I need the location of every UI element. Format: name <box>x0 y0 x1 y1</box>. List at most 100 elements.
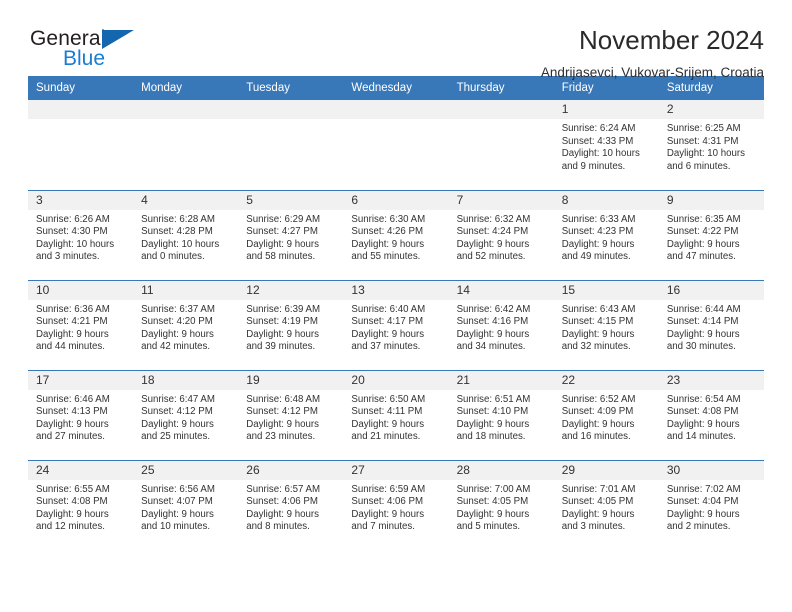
day-number: 7 <box>448 190 554 210</box>
calendar-day-cell[interactable]: 13 Sunrise: 6:40 AM Sunset: 4:17 PM Dayligh… <box>343 279 449 370</box>
calendar-day-cell[interactable]: 22 Sunrise: 6:52 AM Sunset: 4:09 PM Dayligh… <box>553 369 659 460</box>
daylight-text-line2: and 9 minutes. <box>561 160 626 172</box>
sunrise-text: Sunrise: 6:54 AM <box>666 393 741 405</box>
daylight-text-line1: Daylight: 9 hours <box>141 508 214 520</box>
sunrise-text: Sunrise: 6:55 AM <box>36 483 110 495</box>
day-number <box>133 100 239 119</box>
calendar-body: 1 Sunrise: 6:24 AM Sunset: 4:33 PM Daylight… <box>28 100 764 550</box>
day-number: 3 <box>28 190 134 210</box>
calendar-day-cell[interactable]: 7 Sunrise: 6:32 AM Sunset: 4:24 PM Daylight… <box>448 189 554 280</box>
calendar-day-cell[interactable]: 18 Sunrise: 6:47 AM Sunset: 4:12 PM Dayligh… <box>133 369 239 460</box>
day-number: 13 <box>343 280 449 300</box>
calendar-day-cell[interactable]: 8 Sunrise: 6:33 AM Sunset: 4:23 PM Daylight… <box>553 189 659 280</box>
calendar-day-cell[interactable]: 19 Sunrise: 6:48 AM Sunset: 4:12 PM Dayligh… <box>238 369 344 460</box>
calendar-day-cell[interactable]: 12 Sunrise: 6:39 AM Sunset: 4:19 PM Dayligh… <box>238 279 344 370</box>
triangle-icon <box>102 30 134 49</box>
calendar-day-cell[interactable]: 1 Sunrise: 6:24 AM Sunset: 4:33 PM Daylight… <box>553 100 659 190</box>
sunset-text: Sunset: 4:08 PM <box>36 496 108 508</box>
daylight-text-line2: and 47 minutes. <box>666 251 736 263</box>
sunset-text: Sunset: 4:06 PM <box>351 496 424 508</box>
calendar-day-cell[interactable]: 23 Sunrise: 6:54 AM Sunset: 4:08 PM Dayligh… <box>658 369 764 460</box>
daylight-text-line1: Daylight: 9 hours <box>36 418 109 430</box>
day-number: 27 <box>343 460 449 480</box>
day-number: 10 <box>28 280 134 300</box>
calendar-day-cell[interactable]: 11 Sunrise: 6:37 AM Sunset: 4:20 PM Dayligh… <box>133 279 239 370</box>
daylight-text-line1: Daylight: 10 hours <box>36 238 115 250</box>
calendar-day-cell[interactable]: 30 Sunrise: 7:02 AM Sunset: 4:04 PM Dayligh… <box>658 459 764 550</box>
calendar-day-cell[interactable]: 24 Sunrise: 6:55 AM Sunset: 4:08 PM Dayligh… <box>28 459 134 550</box>
sunset-text: Sunset: 4:30 PM <box>36 226 108 238</box>
sunset-text: Sunset: 4:21 PM <box>36 316 108 328</box>
calendar-cell-empty <box>343 100 449 190</box>
daylight-text-line1: Daylight: 9 hours <box>456 328 530 340</box>
calendar-day-cell[interactable]: 20 Sunrise: 6:50 AM Sunset: 4:11 PM Dayligh… <box>343 369 449 460</box>
day-number: 20 <box>343 370 449 390</box>
page-header: General Blue November 2024 Andrijasevci,… <box>28 0 764 80</box>
day-details: Sunrise: 6:35 AM Sunset: 4:22 PM Daylight:… <box>659 210 764 264</box>
calendar-day-cell[interactable]: 5 Sunrise: 6:29 AM Sunset: 4:27 PM Daylight… <box>238 189 344 280</box>
day-number <box>448 100 554 119</box>
day-details: Sunrise: 6:25 AM Sunset: 4:31 PM Daylight:… <box>659 119 764 173</box>
daylight-text-line1: Daylight: 9 hours <box>246 508 319 520</box>
daylight-text-line1: Daylight: 9 hours <box>456 238 530 250</box>
day-number: 14 <box>448 280 554 300</box>
daylight-text-line1: Daylight: 9 hours <box>351 238 425 250</box>
daylight-text-line2: and 2 minutes. <box>666 521 731 533</box>
calendar-day-cell[interactable]: 16 Sunrise: 6:44 AM Sunset: 4:14 PM Dayligh… <box>658 279 764 370</box>
calendar-cell-empty <box>133 100 239 190</box>
day-details: Sunrise: 6:29 AM Sunset: 4:27 PM Daylight:… <box>238 210 343 264</box>
day-number: 6 <box>343 190 449 210</box>
sunset-text: Sunset: 4:10 PM <box>456 406 529 418</box>
calendar-day-cell[interactable]: 21 Sunrise: 6:51 AM Sunset: 4:10 PM Dayligh… <box>448 369 554 460</box>
title-block: November 2024 Andrijasevci, Vukovar-Srij… <box>541 25 764 80</box>
day-details: Sunrise: 6:32 AM Sunset: 4:24 PM Daylight:… <box>449 210 554 264</box>
sunset-text: Sunset: 4:13 PM <box>36 406 108 418</box>
sunrise-text: Sunrise: 6:52 AM <box>561 393 636 405</box>
logo-text-general: General <box>30 27 106 50</box>
calendar-day-cell[interactable]: 9 Sunrise: 6:35 AM Sunset: 4:22 PM Daylight… <box>658 189 764 280</box>
calendar-day-cell[interactable]: 2 Sunrise: 6:25 AM Sunset: 4:31 PM Daylight… <box>658 100 764 190</box>
calendar-day-cell[interactable]: 29 Sunrise: 7:01 AM Sunset: 4:05 PM Dayligh… <box>553 459 659 550</box>
calendar-day-cell[interactable]: 15 Sunrise: 6:43 AM Sunset: 4:15 PM Dayligh… <box>553 279 659 370</box>
sunset-text: Sunset: 4:19 PM <box>246 316 318 328</box>
sunrise-text: Sunrise: 7:02 AM <box>666 483 741 495</box>
day-number: 30 <box>658 460 764 480</box>
daylight-text-line2: and 21 minutes. <box>351 431 421 443</box>
calendar-day-cell[interactable]: 17 Sunrise: 6:46 AM Sunset: 4:13 PM Dayligh… <box>28 369 134 460</box>
daylight-text-line2: and 5 minutes. <box>456 521 521 533</box>
day-details: Sunrise: 6:43 AM Sunset: 4:15 PM Daylight:… <box>554 300 659 354</box>
day-details: Sunrise: 7:01 AM Sunset: 4:05 PM Daylight:… <box>554 480 659 534</box>
calendar-day-cell[interactable]: 3 Sunrise: 6:26 AM Sunset: 4:30 PM Daylight… <box>28 189 134 280</box>
calendar-day-cell[interactable]: 6 Sunrise: 6:30 AM Sunset: 4:26 PM Daylight… <box>343 189 449 280</box>
sunrise-text: Sunrise: 6:35 AM <box>666 213 741 225</box>
calendar-day-cell[interactable]: 25 Sunrise: 6:56 AM Sunset: 4:07 PM Dayligh… <box>133 459 239 550</box>
daylight-text-line2: and 6 minutes. <box>666 160 731 172</box>
day-number <box>238 100 344 119</box>
sunrise-text: Sunrise: 6:43 AM <box>561 303 636 315</box>
day-details: Sunrise: 6:50 AM Sunset: 4:11 PM Daylight:… <box>343 390 448 444</box>
sunset-text: Sunset: 4:16 PM <box>456 316 529 328</box>
day-details: Sunrise: 6:36 AM Sunset: 4:21 PM Daylight:… <box>28 300 133 354</box>
daylight-text-line1: Daylight: 9 hours <box>561 238 635 250</box>
daylight-text-line1: Daylight: 9 hours <box>351 328 425 340</box>
calendar-day-cell[interactable]: 26 Sunrise: 6:57 AM Sunset: 4:06 PM Dayligh… <box>238 459 344 550</box>
daylight-text-line2: and 0 minutes. <box>141 251 205 263</box>
calendar-day-cell[interactable]: 28 Sunrise: 7:00 AM Sunset: 4:05 PM Dayligh… <box>448 459 554 550</box>
daylight-text-line1: Daylight: 9 hours <box>666 328 740 340</box>
sunset-text: Sunset: 4:24 PM <box>456 226 529 238</box>
calendar-day-cell[interactable]: 4 Sunrise: 6:28 AM Sunset: 4:28 PM Daylight… <box>133 189 239 280</box>
calendar-day-cell[interactable]: 27 Sunrise: 6:59 AM Sunset: 4:06 PM Dayligh… <box>343 459 449 550</box>
sunset-text: Sunset: 4:12 PM <box>246 406 318 418</box>
calendar-day-cell[interactable]: 10 Sunrise: 6:36 AM Sunset: 4:21 PM Dayligh… <box>28 279 134 370</box>
calendar-page: General Blue November 2024 Andrijasevci,… <box>0 0 792 612</box>
daylight-text-line2: and 3 minutes. <box>561 521 626 533</box>
daylight-text-line2: and 49 minutes. <box>561 251 631 263</box>
general-blue-logo[interactable]: General Blue <box>28 26 148 72</box>
day-details: Sunrise: 6:39 AM Sunset: 4:19 PM Daylight:… <box>238 300 343 354</box>
calendar-day-cell[interactable]: 14 Sunrise: 6:42 AM Sunset: 4:16 PM Dayligh… <box>448 279 554 370</box>
daylight-text-line2: and 3 minutes. <box>36 251 100 263</box>
day-number: 17 <box>28 370 134 390</box>
day-number: 9 <box>658 190 764 210</box>
daylight-text-line2: and 25 minutes. <box>141 431 211 443</box>
sunrise-text: Sunrise: 6:44 AM <box>666 303 741 315</box>
